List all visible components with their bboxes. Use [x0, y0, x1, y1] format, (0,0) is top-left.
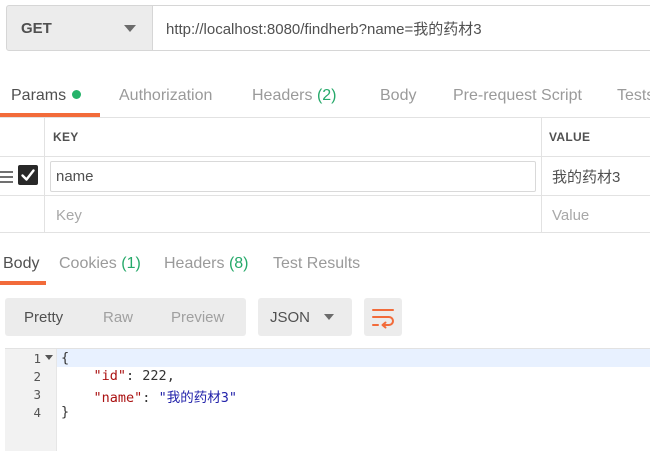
chevron-down-icon: [124, 25, 136, 32]
code-line: {: [61, 350, 69, 366]
param-key-input[interactable]: name: [50, 161, 536, 192]
code-token: :: [126, 368, 143, 384]
code-line: "id": 222,: [61, 368, 175, 384]
drag-handle-icon[interactable]: [0, 171, 13, 186]
tab-body[interactable]: Body: [380, 87, 416, 105]
json-number: 222: [142, 368, 167, 384]
key-column-header: KEY: [53, 130, 79, 144]
params-header-row: KEY VALUE: [0, 118, 650, 157]
response-tab-headers-label: Headers: [164, 255, 225, 272]
table-row: name 我的药材3: [0, 157, 650, 196]
preview-button[interactable]: Preview: [171, 309, 224, 326]
code-token: }: [61, 404, 70, 420]
response-tab-headers-count: (8): [228, 255, 249, 272]
url-text: http://localhost:8080/findherb?name=我的药材…: [166, 20, 482, 38]
wrap-lines-button[interactable]: [364, 298, 402, 336]
new-key-input[interactable]: Key: [56, 207, 82, 224]
json-string: "我的药材3": [158, 390, 237, 406]
response-active-tab-indicator: [0, 281, 46, 285]
wrap-lines-icon: [372, 309, 394, 329]
fold-arrow-icon[interactable]: [45, 355, 53, 360]
line-number: 4: [33, 405, 41, 420]
line-number-gutter: 1 2 3 4: [5, 349, 57, 451]
checkmark-icon: [21, 169, 35, 181]
tab-body-label: Body: [380, 87, 417, 104]
pretty-button[interactable]: Pretty: [24, 309, 63, 326]
divider: [0, 232, 650, 233]
active-line-highlight: [57, 349, 650, 367]
column-divider: [44, 117, 45, 233]
format-label: JSON: [270, 309, 311, 326]
tab-pre-request-script-label: Pre-request Script: [453, 87, 582, 104]
tab-tests[interactable]: Tests: [617, 87, 650, 105]
code-line: "name": "我的药材3": [61, 386, 237, 406]
response-tab-cookies-label: Cookies: [59, 255, 117, 272]
response-tab-cookies[interactable]: Cookies (1): [59, 255, 141, 273]
response-body-viewer[interactable]: 1 2 3 4 { "id": 222, "name": "我的药材3" }: [5, 348, 650, 451]
method-select[interactable]: GET: [6, 5, 153, 51]
code-token: {: [61, 350, 70, 366]
params-table: KEY VALUE name 我的药材3 Key Value: [0, 117, 650, 233]
method-label: GET: [21, 19, 52, 37]
value-column-header: VALUE: [549, 130, 591, 144]
new-value-input[interactable]: Value: [552, 207, 589, 224]
view-mode-segmented-control: Pretty Raw Preview: [5, 298, 246, 336]
code-token: ,: [166, 368, 175, 384]
json-key: "id": [93, 368, 127, 384]
response-tab-headers[interactable]: Headers (8): [164, 255, 249, 273]
tab-headers-label: Headers: [252, 87, 313, 104]
line-number: 3: [33, 387, 41, 402]
param-value-input[interactable]: 我的药材3: [552, 166, 620, 187]
chevron-down-icon: [324, 314, 334, 320]
response-tab-test-results-label: Test Results: [273, 255, 361, 272]
params-active-dot-icon: [72, 90, 82, 99]
tab-authorization[interactable]: Authorization: [119, 87, 212, 105]
tab-tests-label: Tests: [617, 87, 650, 104]
line-number: 1: [33, 351, 41, 366]
tab-params[interactable]: Params: [11, 87, 82, 105]
tab-params-label: Params: [11, 87, 67, 104]
line-number: 2: [33, 369, 41, 384]
json-key: "name": [93, 390, 143, 406]
format-select[interactable]: JSON: [258, 298, 352, 336]
response-tab-body-label: Body: [3, 255, 40, 272]
response-tab-body[interactable]: Body: [3, 255, 39, 273]
tab-pre-request-script[interactable]: Pre-request Script: [453, 87, 582, 105]
tab-headers[interactable]: Headers (2): [252, 87, 337, 105]
param-checkbox[interactable]: [18, 165, 38, 185]
url-input[interactable]: http://localhost:8080/findherb?name=我的药材…: [152, 5, 650, 51]
response-tab-cookies-count: (1): [121, 255, 141, 272]
code-line: }: [61, 404, 69, 420]
new-param-row: Key Value: [0, 196, 650, 234]
response-tab-test-results[interactable]: Test Results: [273, 255, 360, 273]
param-key-value: name: [56, 168, 94, 185]
raw-button[interactable]: Raw: [103, 309, 133, 326]
tab-headers-count: (2): [316, 87, 337, 104]
tab-authorization-label: Authorization: [119, 87, 213, 104]
column-divider: [541, 117, 542, 233]
code-token: :: [142, 390, 159, 406]
